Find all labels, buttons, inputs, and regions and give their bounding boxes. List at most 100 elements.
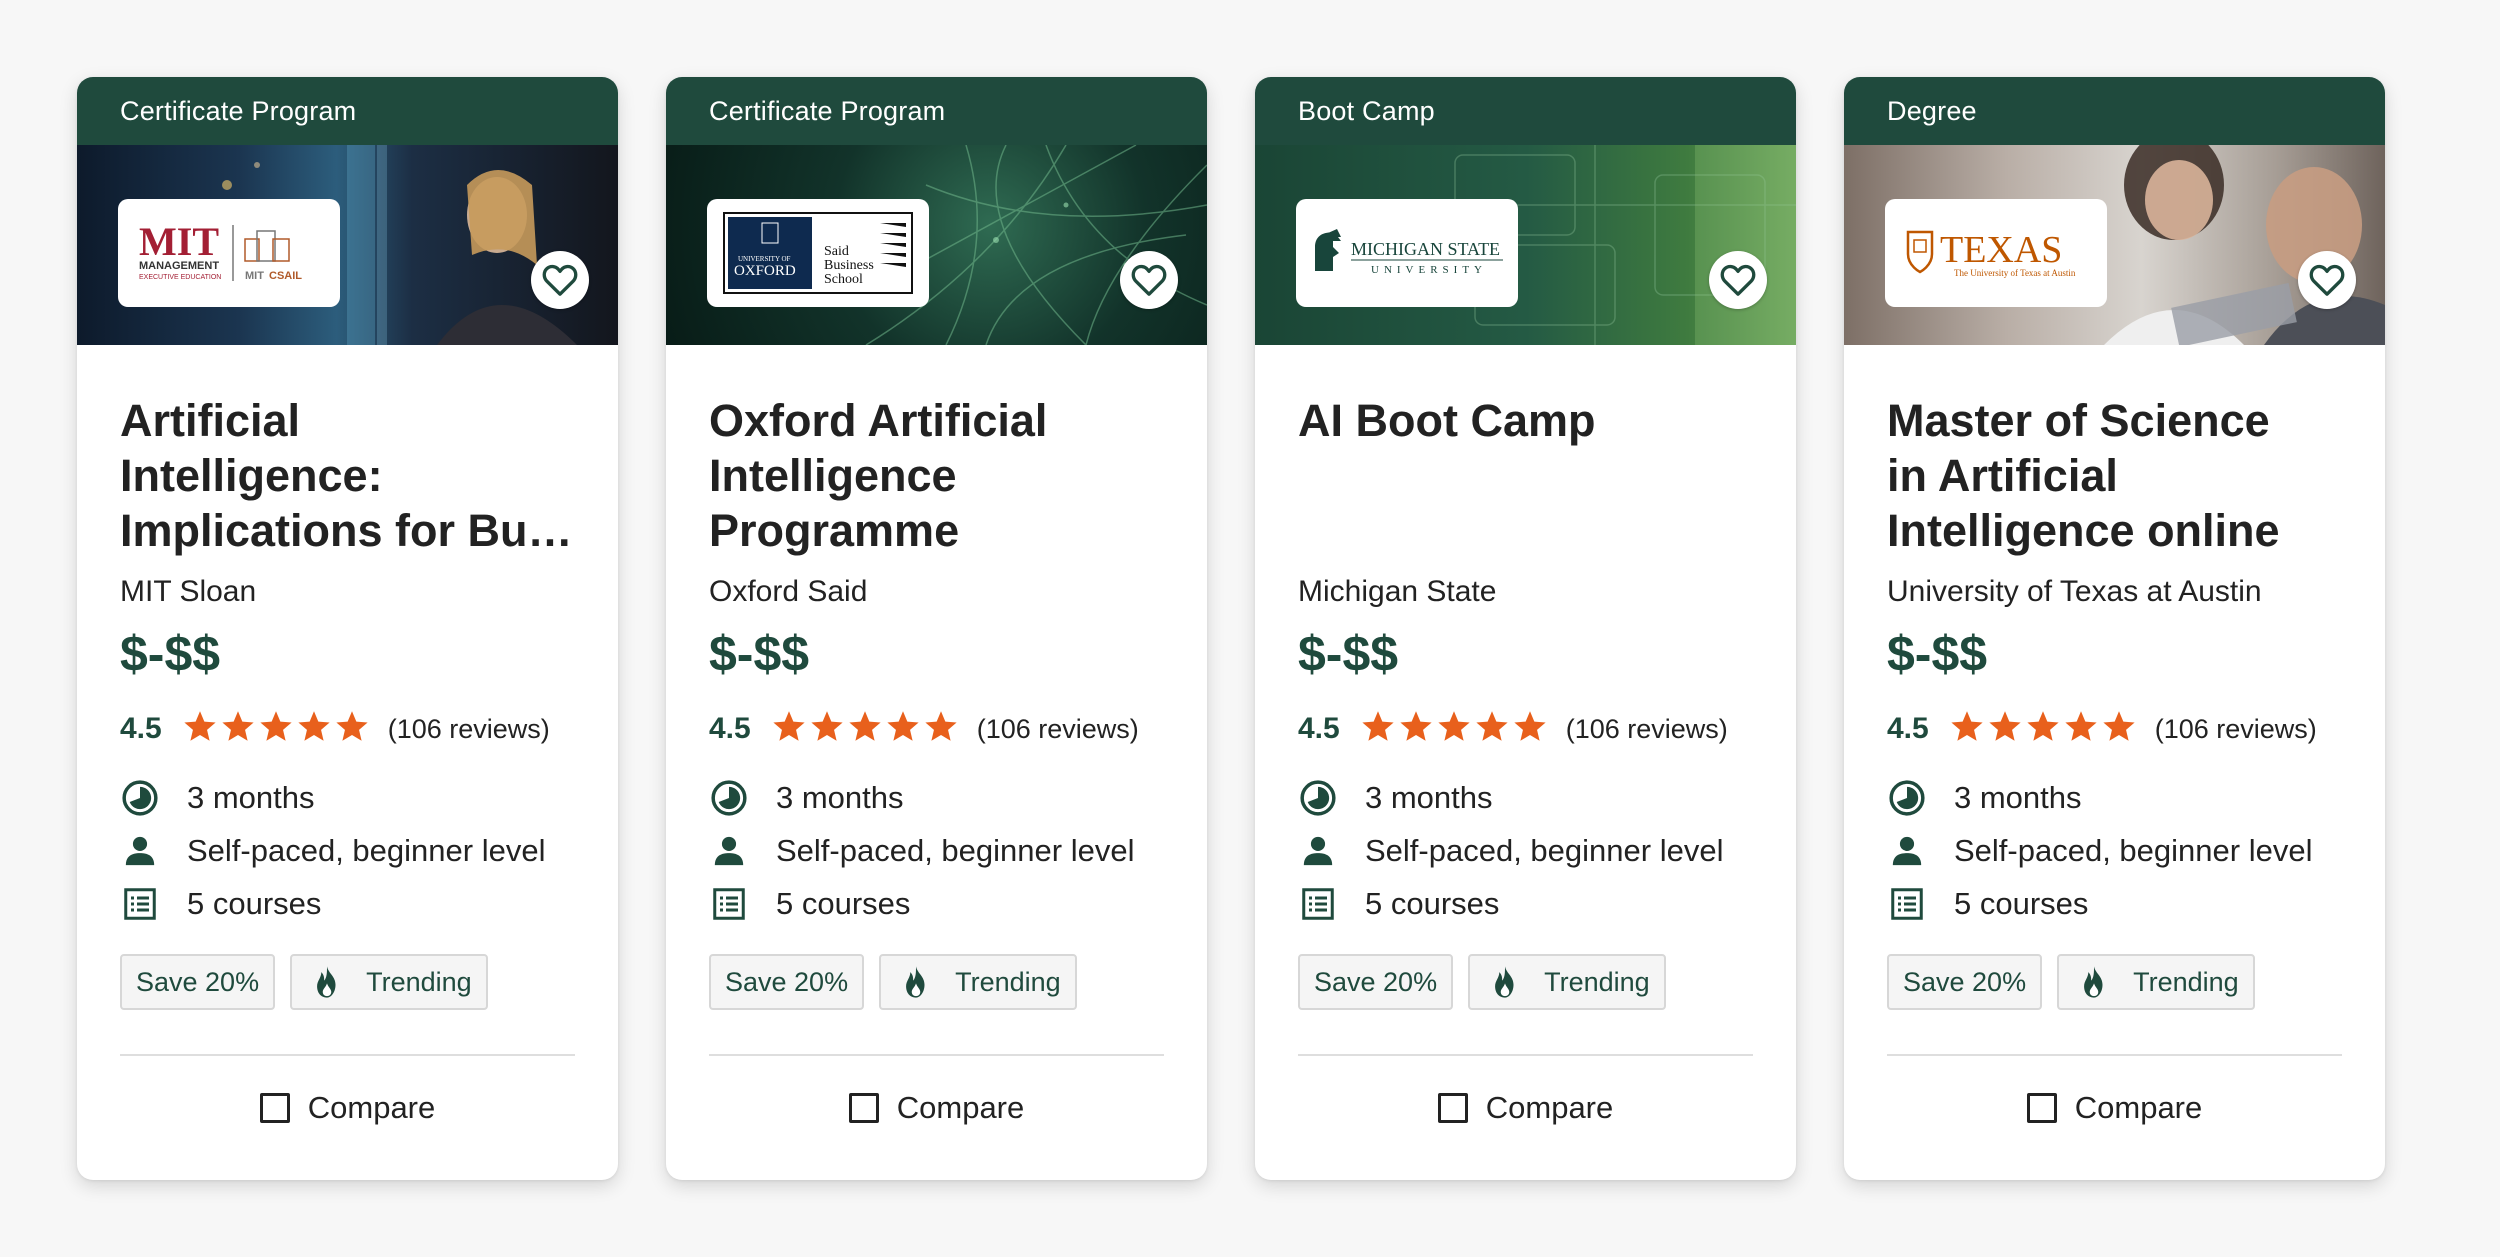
program-image[interactable]: MIT MANAGEMENT EXECUTIVE EDUCATION MIT C… — [77, 145, 618, 345]
list-icon — [709, 884, 749, 924]
star-icon — [296, 709, 332, 750]
price-range: $-$$ — [709, 626, 810, 682]
trending-badge: Trending — [2057, 954, 2255, 1010]
clock-pie-icon — [1887, 778, 1927, 818]
program-type-tag: Boot Camp — [1255, 77, 1796, 145]
star-icon — [1398, 709, 1434, 750]
star-icon — [885, 709, 921, 750]
list-icon — [1887, 884, 1927, 924]
compare-toggle[interactable]: Compare — [709, 1056, 1164, 1160]
person-icon — [709, 831, 749, 871]
program-card-list: Certificate Program MIT MANAGEMENT EXECU… — [77, 77, 2385, 1180]
provider-name: University of Texas at Austin — [1887, 575, 2262, 608]
duration-info: 3 months — [120, 771, 575, 824]
clock-pie-icon — [1298, 778, 1338, 818]
review-count: (106 reviews) — [976, 713, 1139, 744]
program-image[interactable]: MICHIGAN STATE UNIVERSITY — [1255, 145, 1796, 345]
pace-info: Self-paced, beginner level — [1298, 824, 1753, 877]
star-icon — [1436, 709, 1472, 750]
provider-name: MIT Sloan — [120, 575, 257, 608]
provider-logo: TEXAS The University of Texas at Austin — [1885, 199, 2107, 307]
rating-value: 4.5 — [1887, 712, 1929, 745]
favorite-button[interactable] — [2298, 251, 2356, 309]
provider-name: Michigan State — [1298, 575, 1497, 608]
program-title[interactable]: AI Boot Camp — [1298, 393, 1753, 558]
program-card[interactable]: Certificate Program UNIVERSITY OF OXFORD… — [666, 77, 1207, 1180]
compare-toggle[interactable]: Compare — [1887, 1056, 2342, 1160]
star-rating — [1360, 709, 1548, 750]
star-icon — [1474, 709, 1510, 750]
clock-pie-icon — [120, 778, 160, 818]
mit-logo-icon: MIT MANAGEMENT EXECUTIVE EDUCATION MIT C… — [139, 219, 302, 282]
program-type-tag: Certificate Program — [77, 77, 618, 145]
checkbox-icon[interactable] — [1437, 1093, 1468, 1123]
program-title[interactable]: Master of Science in Artificial Intellig… — [1887, 393, 2342, 558]
program-title[interactable]: Artificial Intelligence: Implications fo… — [120, 393, 575, 558]
favorite-button[interactable] — [531, 251, 589, 309]
rating: 4.5 (106 reviews) — [1887, 709, 2342, 749]
clock-pie-icon — [709, 778, 749, 818]
rating: 4.5 (106 reviews) — [709, 709, 1164, 749]
checkbox-icon[interactable] — [2026, 1093, 2057, 1123]
svg-text:EXECUTIVE EDUCATION: EXECUTIVE EDUCATION — [139, 274, 221, 281]
star-icon — [2101, 709, 2137, 750]
star-icon — [1949, 709, 1985, 750]
rating-value: 4.5 — [709, 712, 751, 745]
person-icon — [1887, 831, 1927, 871]
courses-info: 5 courses — [1887, 877, 2342, 930]
heart-outline-icon — [1720, 264, 1756, 296]
duration-info: 3 months — [1887, 771, 2342, 824]
save-badge: Save 20% — [709, 954, 865, 1010]
program-image[interactable]: UNIVERSITY OF OXFORD Said Business Schoo… — [666, 145, 1207, 345]
flame-icon — [312, 965, 342, 999]
trending-badge: Trending — [1468, 954, 1666, 1010]
trending-badge: Trending — [879, 954, 1077, 1010]
star-icon — [220, 709, 256, 750]
compare-toggle[interactable]: Compare — [120, 1056, 575, 1160]
save-badge: Save 20% — [1887, 954, 2043, 1010]
checkbox-icon[interactable] — [259, 1093, 290, 1123]
flame-icon — [2079, 965, 2109, 999]
svg-text:CSAIL: CSAIL — [269, 270, 302, 282]
svg-text:TEXAS: TEXAS — [1940, 229, 2062, 271]
heart-outline-icon — [1131, 264, 1167, 296]
favorite-button[interactable] — [1709, 251, 1767, 309]
rating: 4.5 (106 reviews) — [120, 709, 575, 749]
checkbox-icon[interactable] — [848, 1093, 879, 1123]
program-title[interactable]: Oxford Artificial Intelligence Programme — [709, 393, 1164, 558]
save-badge: Save 20% — [120, 954, 276, 1010]
pace-info: Self-paced, beginner level — [709, 824, 1164, 877]
star-icon — [1512, 709, 1548, 750]
star-icon — [2063, 709, 2099, 750]
save-badge: Save 20% — [1298, 954, 1454, 1010]
courses-info: 5 courses — [120, 877, 575, 930]
oxford-logo-icon: UNIVERSITY OF OXFORD Said Business Schoo… — [723, 212, 913, 294]
star-rating — [1949, 709, 2137, 750]
svg-text:MIT: MIT — [139, 219, 219, 264]
list-icon — [1298, 884, 1338, 924]
star-rating — [182, 709, 370, 750]
star-icon — [847, 709, 883, 750]
svg-text:UNIVERSITY: UNIVERSITY — [1371, 264, 1487, 276]
star-rating — [771, 709, 959, 750]
favorite-button[interactable] — [1120, 251, 1178, 309]
rating-value: 4.5 — [1298, 712, 1340, 745]
rating-value: 4.5 — [120, 712, 162, 745]
star-icon — [2025, 709, 2061, 750]
program-card[interactable]: Degree TEXAS The University of Texas at … — [1844, 77, 2385, 1180]
compare-toggle[interactable]: Compare — [1298, 1056, 1753, 1160]
review-count: (106 reviews) — [1565, 713, 1728, 744]
program-type-tag: Degree — [1844, 77, 2385, 145]
star-icon — [1360, 709, 1396, 750]
provider-name: Oxford Said — [709, 575, 868, 608]
heart-outline-icon — [2309, 264, 2345, 296]
svg-text:MANAGEMENT: MANAGEMENT — [139, 260, 219, 272]
program-card[interactable]: Boot Camp MICHIGAN STATE UNIVERSITY AI B… — [1255, 77, 1796, 1180]
person-icon — [120, 831, 160, 871]
program-image[interactable]: TEXAS The University of Texas at Austin — [1844, 145, 2385, 345]
program-card[interactable]: Certificate Program MIT MANAGEMENT EXECU… — [77, 77, 618, 1180]
program-type-tag: Certificate Program — [666, 77, 1207, 145]
star-icon — [771, 709, 807, 750]
svg-text:School: School — [824, 272, 863, 287]
svg-text:UNIVERSITY OF: UNIVERSITY OF — [738, 255, 791, 263]
